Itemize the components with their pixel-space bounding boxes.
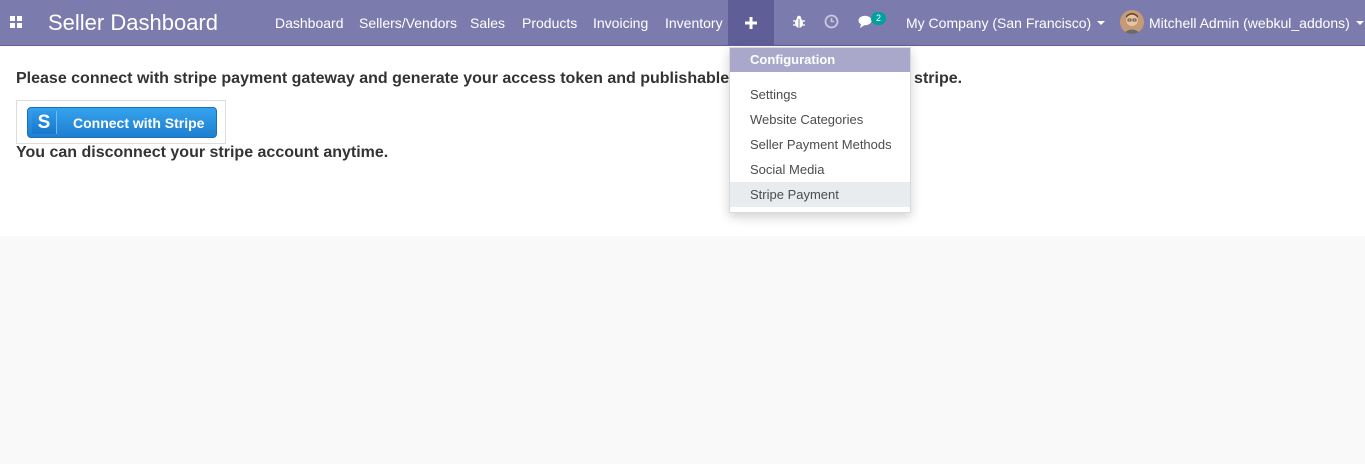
app-title: Seller Dashboard bbox=[48, 10, 218, 35]
apps-icon[interactable] bbox=[10, 16, 22, 28]
bug-icon[interactable] bbox=[792, 15, 806, 29]
dropdown-item-social-media[interactable]: Social Media bbox=[730, 157, 910, 182]
company-switcher[interactable]: My Company (San Francisco) bbox=[906, 15, 1106, 31]
nav-sellers-vendors[interactable]: Sellers/Vendors bbox=[359, 15, 457, 31]
configuration-menu-toggle[interactable] bbox=[728, 0, 774, 46]
nav-dashboard[interactable]: Dashboard bbox=[275, 15, 344, 31]
dropdown-item-seller-payment-methods[interactable]: Seller Payment Methods bbox=[730, 132, 910, 157]
nav-sales[interactable]: Sales bbox=[470, 15, 505, 31]
configuration-dropdown: Configuration Settings Website Categorie… bbox=[729, 47, 911, 213]
plus-icon bbox=[745, 17, 757, 29]
chat-badge: 2 bbox=[871, 12, 886, 25]
caret-down-icon bbox=[1355, 21, 1364, 25]
nav-invoicing[interactable]: Invoicing bbox=[593, 15, 648, 31]
dropdown-item-website-categories[interactable]: Website Categories bbox=[730, 107, 910, 132]
avatar[interactable] bbox=[1120, 10, 1144, 34]
nav-products[interactable]: Products bbox=[522, 15, 577, 31]
dropdown-header: Configuration bbox=[730, 48, 910, 72]
clock-icon[interactable] bbox=[824, 14, 839, 29]
main-content: Please connect with stripe payment gatew… bbox=[0, 46, 1365, 236]
caret-down-icon bbox=[1097, 21, 1106, 25]
company-name: My Company (San Francisco) bbox=[906, 15, 1092, 31]
nav-inventory[interactable]: Inventory bbox=[665, 15, 723, 31]
disconnect-note: You can disconnect your stripe account a… bbox=[16, 144, 389, 161]
top-navbar: Seller Dashboard Dashboard Sellers/Vendo… bbox=[0, 0, 1365, 46]
connect-with-stripe-button[interactable]: S Connect with Stripe bbox=[27, 107, 217, 138]
stripe-logo-icon: S bbox=[32, 111, 57, 134]
dropdown-item-settings[interactable]: Settings bbox=[730, 82, 910, 107]
stripe-connect-frame: S Connect with Stripe bbox=[16, 100, 226, 144]
user-menu[interactable]: Mitchell Admin (webkul_addons) bbox=[1149, 15, 1364, 31]
dropdown-item-stripe-payment[interactable]: Stripe Payment bbox=[730, 182, 910, 207]
user-name: Mitchell Admin (webkul_addons) bbox=[1149, 15, 1350, 31]
connect-with-stripe-label: Connect with Stripe bbox=[73, 115, 205, 131]
